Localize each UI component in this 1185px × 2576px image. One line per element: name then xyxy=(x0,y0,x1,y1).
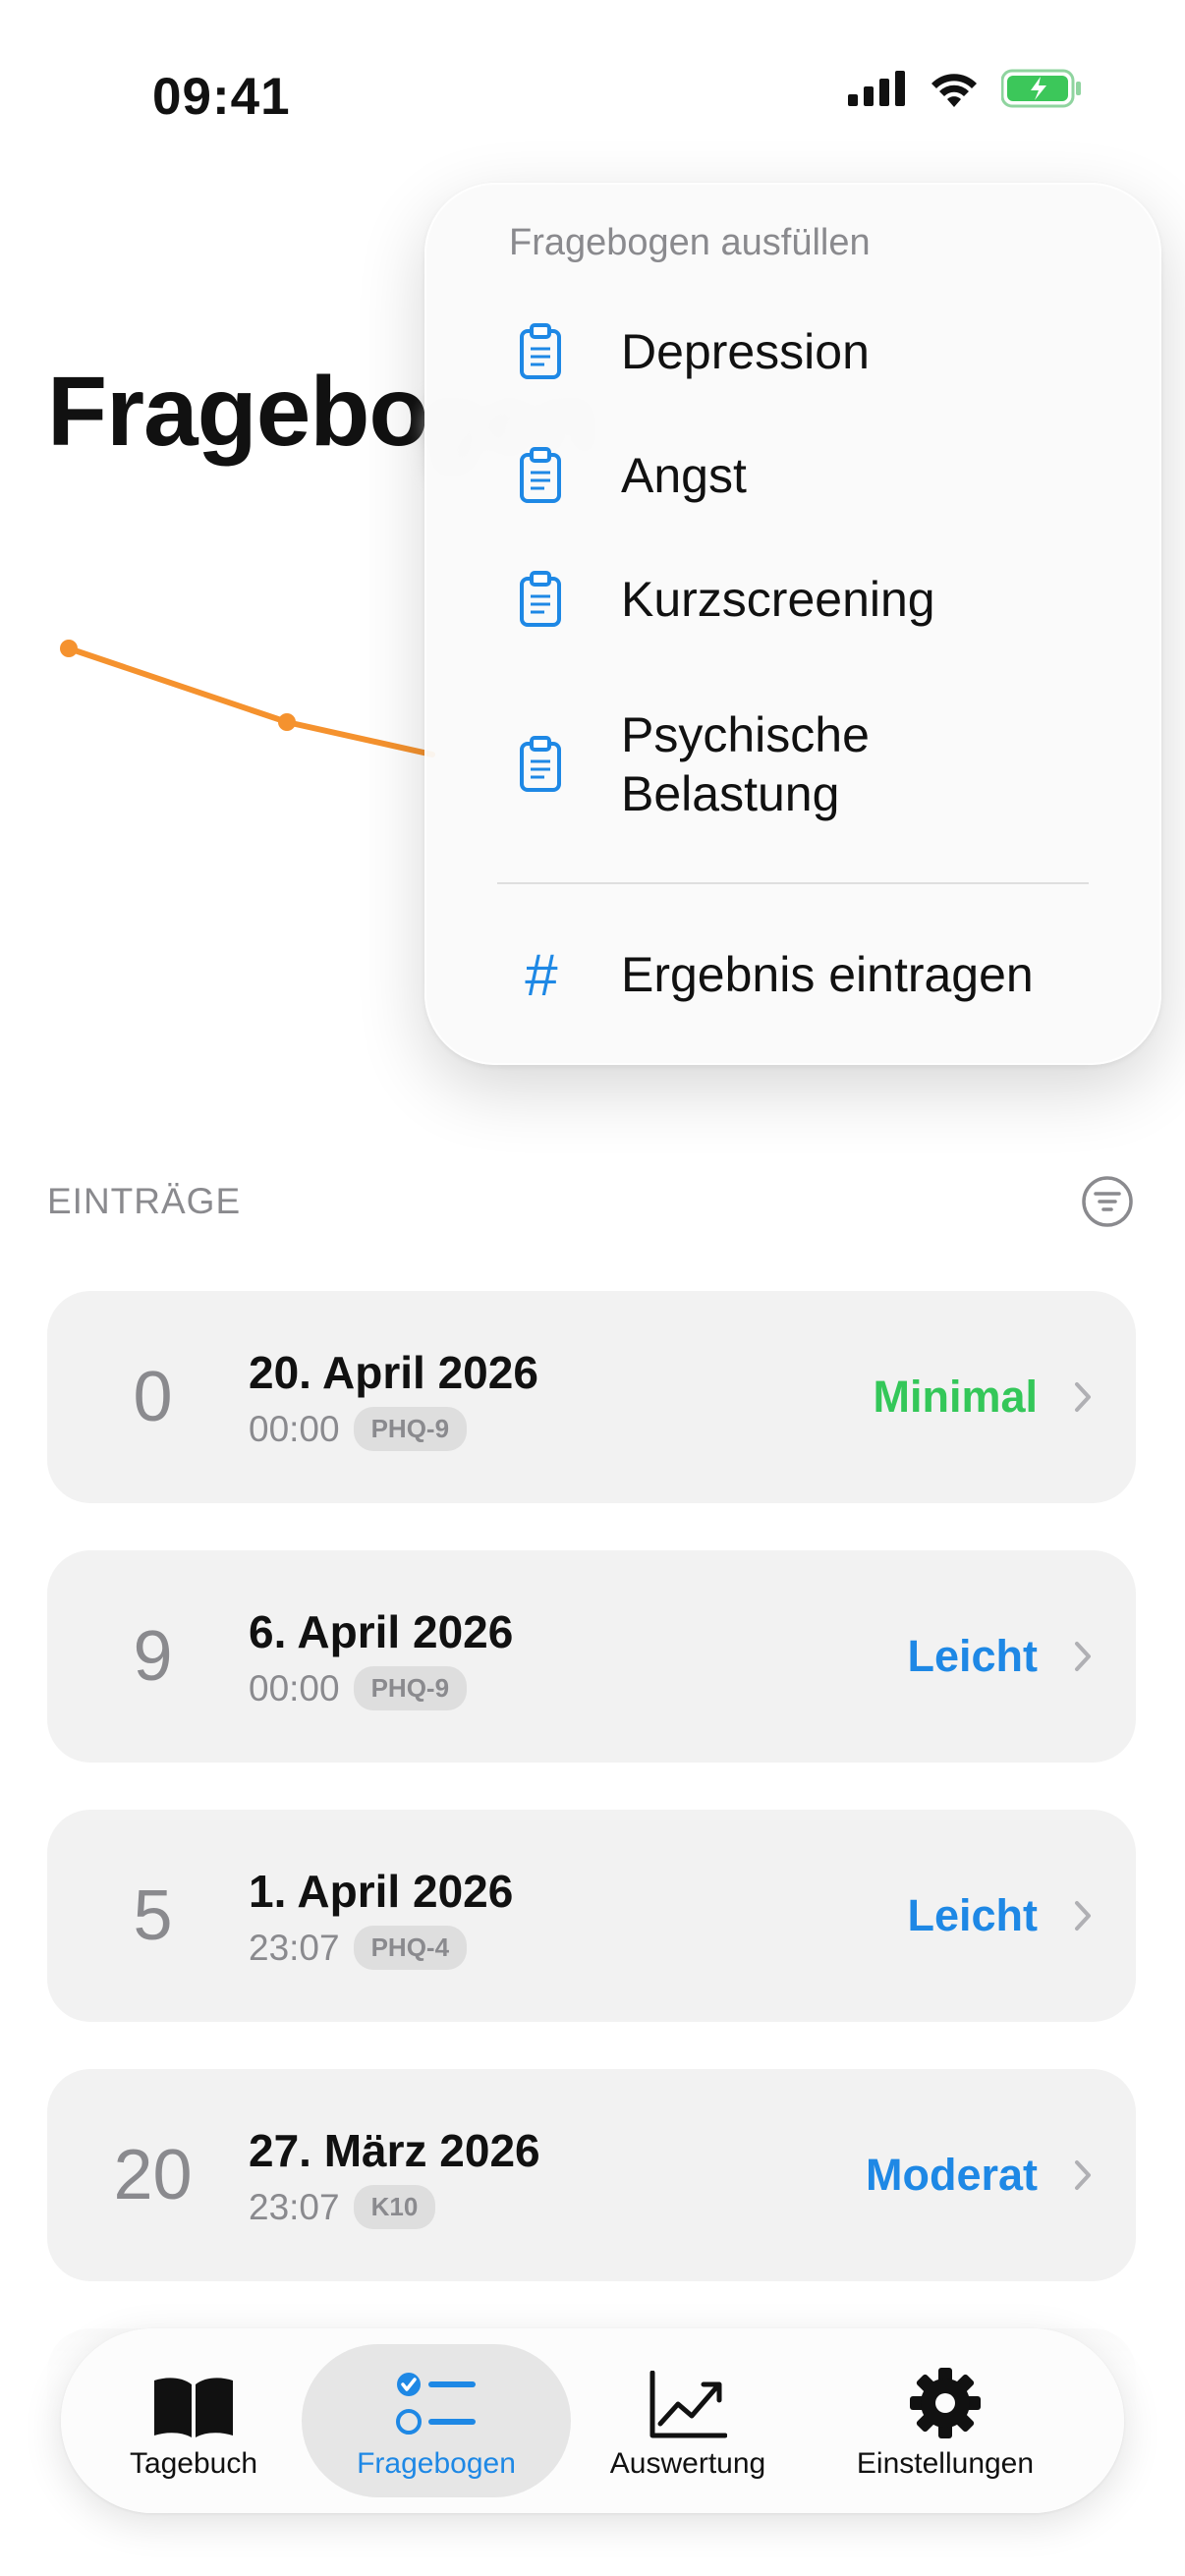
entry-time: 00:00 xyxy=(249,1667,340,1708)
status-time: 09:41 xyxy=(152,68,291,126)
tab-auswertung[interactable]: Auswertung xyxy=(560,2328,816,2513)
menu-item-label-line1: Psychische xyxy=(621,707,870,762)
clipboard-icon xyxy=(515,570,566,629)
tab-label: Auswertung xyxy=(609,2447,766,2480)
chevron-right-icon xyxy=(1073,1550,1093,1763)
menu-divider xyxy=(497,882,1089,884)
screen: 09:41 Fragebo gen Fragebogen ausfüllen xyxy=(0,0,1185,2576)
questionnaire-menu: Fragebogen ausfüllen Depression Angst Ku… xyxy=(424,183,1161,1065)
entry-severity: Minimal xyxy=(873,1372,1038,1422)
entry-meta: 00:00 PHQ-9 xyxy=(249,1407,468,1451)
entry-type-badge: K10 xyxy=(353,2185,436,2229)
entry-card[interactable]: 20 27. März 2026 23:07 K10 Moderat xyxy=(47,2069,1136,2281)
entry-meta: 23:07 K10 xyxy=(249,2185,436,2229)
book-icon xyxy=(152,2361,235,2439)
tab-fragebogen[interactable]: Fragebogen xyxy=(309,2328,564,2513)
menu-item-label: Ergebnis eintragen xyxy=(621,947,1034,1002)
entry-date: 1. April 2026 xyxy=(249,1866,514,1917)
entry-date: 6. April 2026 xyxy=(249,1606,514,1657)
filter-icon[interactable] xyxy=(1081,1175,1134,1228)
menu-item-depression[interactable]: Depression xyxy=(515,322,870,381)
tab-tagebuch[interactable]: Tagebuch xyxy=(66,2328,321,2513)
entry-type-badge: PHQ-9 xyxy=(353,1666,468,1710)
tab-bar: Tagebuch Fragebogen Auswertung Einstellu… xyxy=(61,2328,1124,2513)
chevron-right-icon xyxy=(1073,1810,1093,2022)
entry-score: 0 xyxy=(133,1358,173,1436)
entry-meta: 23:07 PHQ-4 xyxy=(249,1926,468,1970)
entry-time: 23:07 xyxy=(249,2186,340,2227)
page-title: Fragebo xyxy=(47,357,428,467)
trend-point xyxy=(278,713,296,731)
menu-item-label: Angst xyxy=(621,448,747,503)
entry-date: 27. März 2026 xyxy=(249,2125,540,2176)
tab-label: Einstellungen xyxy=(856,2447,1035,2480)
wifi-icon xyxy=(931,74,977,107)
entry-date: 20. April 2026 xyxy=(249,1347,538,1398)
entries-section-title: EINTRÄGE xyxy=(47,1181,242,1221)
entry-score: 5 xyxy=(133,1876,173,1955)
entry-card[interactable]: 9 6. April 2026 00:00 PHQ-9 Leicht xyxy=(47,1550,1136,1763)
entry-type-badge: PHQ-4 xyxy=(353,1926,468,1970)
entry-score: 9 xyxy=(133,1617,173,1696)
menu-item-label: Psychische Belastung xyxy=(621,705,870,823)
entry-card[interactable]: 0 20. April 2026 00:00 PHQ-9 Minimal xyxy=(47,1291,1136,1503)
menu-item-label: Kurzscreening xyxy=(621,572,935,627)
menu-item-angst[interactable]: Angst xyxy=(515,446,747,505)
trend-line xyxy=(66,645,435,757)
gear-icon xyxy=(909,2361,982,2439)
menu-item-psychische-belastung[interactable]: Psychische Belastung xyxy=(515,705,870,823)
menu-item-kurzscreening[interactable]: Kurzscreening xyxy=(515,570,935,629)
entry-type-badge: PHQ-9 xyxy=(353,1407,468,1451)
entry-severity: Moderat xyxy=(865,2150,1038,2200)
signal-icon xyxy=(848,71,905,106)
entry-card[interactable]: 5 1. April 2026 23:07 PHQ-4 Leicht xyxy=(47,1810,1136,2022)
clipboard-icon xyxy=(515,446,566,505)
entry-severity: Leicht xyxy=(907,1890,1038,1940)
trend-point xyxy=(60,640,78,657)
entry-time: 23:07 xyxy=(249,1927,340,1968)
entry-score: 20 xyxy=(113,2136,193,2214)
clipboard-icon xyxy=(515,322,566,381)
tab-label: Fragebogen xyxy=(357,2447,516,2480)
entry-meta: 00:00 PHQ-9 xyxy=(249,1666,468,1710)
tab-label: Tagebuch xyxy=(129,2447,258,2480)
menu-item-label: Depression xyxy=(621,324,870,379)
menu-item-label-line2: Belastung xyxy=(621,766,840,821)
status-icons xyxy=(848,69,1082,108)
checklist-icon xyxy=(395,2361,478,2439)
chevron-right-icon xyxy=(1073,2069,1093,2281)
chevron-right-icon xyxy=(1073,1291,1093,1503)
menu-item-ergebnis-eintragen[interactable]: # Ergebnis eintragen xyxy=(515,941,1034,1008)
menu-header: Fragebogen ausfüllen xyxy=(509,222,871,263)
chart-line-icon xyxy=(649,2361,727,2439)
clipboard-icon xyxy=(515,735,566,794)
entry-severity: Leicht xyxy=(907,1631,1038,1681)
entry-time: 00:00 xyxy=(249,1408,340,1449)
battery-icon xyxy=(1001,69,1081,108)
hashtag-icon: # xyxy=(524,941,557,1008)
tab-einstellungen[interactable]: Einstellungen xyxy=(818,2328,1073,2513)
